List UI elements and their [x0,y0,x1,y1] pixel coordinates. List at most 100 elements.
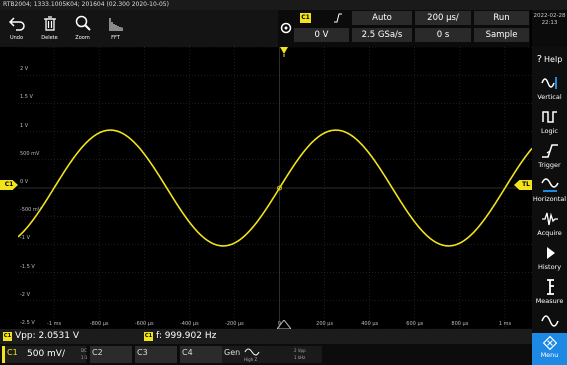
horizontal-icon [540,178,559,192]
acquire-label: Acquire [537,229,562,237]
sine-wave-icon [540,315,559,327]
trigger-source-tag[interactable]: C1 [300,13,311,23]
generator-name: Gen [224,348,241,357]
channel-2-name: C2 [92,348,103,357]
channel-1-scale: 500 mV/ [27,349,65,359]
trigger-offset[interactable]: 0 V [294,28,349,42]
horizontal-button[interactable]: Horizontal [532,173,567,207]
trigger-position-bottom-marker[interactable] [277,320,291,329]
logic-label: Logic [541,127,558,135]
y-axis-label: 1 V [20,122,29,129]
acquisition-mode[interactable]: Sample [474,28,529,42]
time: 22:13 [541,20,558,26]
channel-2-button[interactable]: C2 [90,346,132,363]
sidebar: ? Help Vertical Logic Trigger Horizontal… [532,47,567,365]
acquisition-settings: C1 Auto 200 µs/ Run 0 V 2.5 GSa/s 0 s Sa… [278,10,530,47]
y-axis-label: 1.5 V [20,94,33,101]
y-axis-label: -1 V [20,235,30,242]
x-axis-label: -400 µs [179,321,199,327]
x-axis-label: -1 ms [47,321,62,327]
generator-load: High Z [244,357,258,362]
undo-icon [8,17,25,31]
channel-bar: C1 500 mV/ DC 1:1 C2 C3 C4 Gen High Z 2 … [0,344,532,365]
generator-button[interactable]: Gen High Z 2 Vpp 1 kHz [222,346,322,363]
y-axis-label: 0 V [20,179,29,185]
menu-button[interactable]: Menu [532,333,567,365]
help-button[interactable]: ? Help [532,49,567,69]
trigger-mode[interactable]: Auto [352,11,412,25]
y-axis-label: -2.5 V [20,320,35,326]
date-time: 2022-02-28 22:13 [532,10,567,47]
x-axis-label: 800 µs [451,321,469,327]
vertical-wave-icon [540,77,557,89]
y-axis-label: 2 V [20,66,29,73]
window-title: RTB2004; 1333.1005K04; 201604 (02.300 20… [0,0,567,10]
undo-button[interactable]: Undo [0,10,33,47]
generator-amplitude: 2 Vpp [294,348,306,353]
measurement-2-frequency[interactable]: f: 999.902 Hz [156,330,216,343]
toolbar: Undo Delete Zoom FFT [0,10,278,47]
channel-1-coupling: DC [81,348,87,353]
measurement-1-source: C1 [3,332,12,341]
channel-1-button[interactable]: C1 500 mV/ DC 1:1 [2,346,88,363]
measurement-2-source: C1 [144,332,153,341]
channel-3-name: C3 [137,348,148,357]
measure-button[interactable]: Measure [532,275,567,309]
channel-1-bandwidth: 1:1 [81,355,88,360]
logic-button[interactable]: Logic [532,105,567,139]
x-axis-label: -800 µs [89,321,109,327]
measure-icon [546,279,554,295]
acquire-button[interactable]: Acquire [532,207,567,241]
graticule [18,47,532,329]
x-axis-label: 400 µs [361,321,379,327]
x-axis-label: -200 µs [225,321,244,327]
history-label: History [537,263,562,271]
question-icon: ? [536,53,543,65]
help-label: Help [544,54,563,64]
date: 2022-02-28 [533,13,566,19]
delete-button[interactable]: Delete [33,10,66,47]
spectrum-icon [108,18,123,31]
channel-1-level-marker[interactable]: C1 [0,180,18,190]
time-position[interactable]: 0 s [415,28,471,42]
y-axis-label: -500 mV [20,207,42,214]
history-button[interactable]: History [532,241,567,275]
measurement-1-vpp[interactable]: Vpp: 2.0531 V [15,330,79,343]
trigger-edge-icon [541,144,558,158]
x-axis-label: 200 µs [316,321,334,327]
play-icon [546,247,555,259]
menu-label: Menu [540,351,559,359]
trigger-button[interactable]: Trigger [532,139,567,173]
vertical-button[interactable]: Vertical [532,71,567,105]
run-state[interactable]: Run [474,11,529,25]
trigger-position-marker[interactable] [279,47,289,57]
settings-dot-icon[interactable] [280,22,292,34]
horizontal-label: Horizontal [532,195,567,203]
zoom-label: Zoom [75,35,90,41]
generator-frequency: 1 kHz [294,355,306,360]
logic-icon [541,111,557,123]
fft-label: FFT [111,35,120,41]
channel-4-button[interactable]: C4 [180,346,222,363]
acquire-icon [541,212,558,226]
delete-label: Delete [41,35,58,41]
sample-rate[interactable]: 2.5 GSa/s [352,28,412,42]
rising-edge-icon[interactable] [333,13,343,23]
zoom-button[interactable]: Zoom [66,10,99,47]
x-axis-label: 600 µs [406,321,424,327]
channel-1-name: C1 [7,348,18,357]
x-axis-label: -600 µs [134,321,154,327]
channel-4-name: C4 [182,348,193,357]
magnifier-icon [75,15,91,31]
vertical-label: Vertical [537,93,562,101]
y-axis-label: 500 mV [20,150,40,157]
fft-button[interactable]: FFT [99,10,132,47]
x-axis-label: 1 ms [498,321,512,327]
y-axis-label: -2 V [20,291,30,298]
measure-label: Measure [535,297,564,305]
channel-3-button[interactable]: C3 [135,346,177,363]
undo-label: Undo [9,35,24,41]
measurement-bar: C1 Vpp: 2.0531 V C1 f: 999.902 Hz [0,329,532,344]
waveform-display[interactable]: 2 V 1.5 V 1 V 500 mV 0 V -500 mV -1 V -1.5 V -2 … [18,47,532,329]
time-scale[interactable]: 200 µs/ [415,11,471,25]
